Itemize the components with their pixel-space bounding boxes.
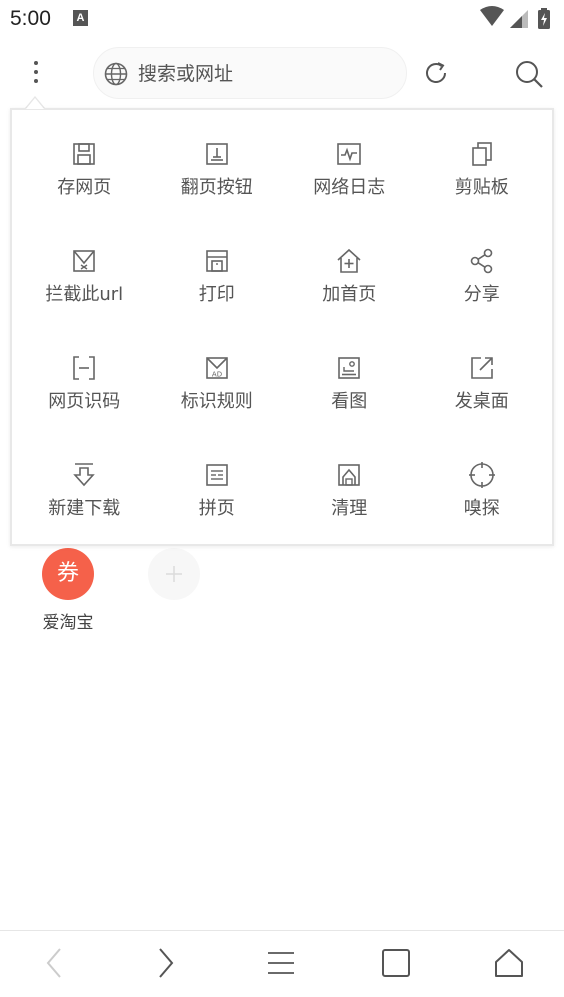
menu-item-add-home[interactable]: 加首页	[283, 217, 416, 324]
menu-icon[interactable]	[263, 945, 299, 981]
signal-icon	[510, 10, 528, 28]
more-vertical-icon[interactable]	[18, 56, 54, 92]
menu-item-label: 打印	[198, 284, 235, 305]
menu-item-label: 网络日志	[313, 177, 386, 198]
menu-item-label: 标识规则	[180, 391, 253, 412]
tabs-icon[interactable]	[378, 945, 414, 981]
menu-item-label: 存网页	[57, 177, 112, 198]
refresh-icon[interactable]	[421, 58, 451, 88]
plus-icon	[166, 566, 182, 582]
menu-item-sniff[interactable]: 嗅探	[416, 431, 549, 538]
scan-code-icon	[73, 356, 96, 380]
menu-item-label: 拼页	[198, 498, 235, 519]
block-url-icon	[73, 250, 96, 272]
search-icon[interactable]	[513, 58, 545, 90]
status-bar: 5:00 A	[0, 0, 564, 38]
sniff-icon	[468, 462, 495, 488]
menu-item-send-desktop[interactable]: 发桌面	[416, 324, 549, 431]
menu-item-print[interactable]: 打印	[151, 217, 284, 324]
add-home-icon	[337, 248, 361, 273]
clean-icon	[338, 464, 361, 486]
back-icon[interactable]	[36, 945, 72, 981]
menu-item-label: 看图	[331, 391, 368, 412]
save-icon	[73, 143, 96, 165]
bottom-nav	[0, 930, 564, 997]
send-desktop-icon	[470, 357, 493, 379]
menu-item-label: 拦截此url	[45, 284, 124, 305]
menu-item-label: 网页识码	[48, 391, 121, 412]
image-icon	[338, 357, 361, 379]
forward-icon[interactable]	[148, 945, 184, 981]
menu-item-merge-page[interactable]: 拼页	[151, 431, 284, 538]
search-input[interactable]: 搜索或网址	[138, 61, 233, 87]
globe-icon	[104, 62, 128, 86]
print-icon	[205, 250, 228, 272]
shortcut-label: 爱淘宝	[42, 613, 94, 633]
menu-item-label: 加首页	[322, 284, 377, 305]
popup-arrow-fill	[26, 98, 44, 109]
notification-a-icon: A	[73, 10, 88, 26]
network-log-icon	[337, 143, 362, 165]
page-button-icon	[205, 143, 228, 165]
menu-item-ad-rule[interactable]: AD 标识规则	[151, 324, 284, 431]
menu-item-save-page[interactable]: 存网页	[18, 110, 151, 217]
share-icon	[470, 248, 493, 274]
menu-item-network-log[interactable]: 网络日志	[283, 110, 416, 217]
menu-item-scan-code[interactable]: 网页识码	[18, 324, 151, 431]
menu-item-new-download[interactable]: 新建下载	[18, 431, 151, 538]
menu-item-label: 翻页按钮	[180, 177, 253, 198]
download-icon	[73, 463, 96, 487]
menu-item-label: 剪贴板	[454, 177, 509, 198]
merge-page-icon	[205, 464, 228, 486]
menu-item-label: 发桌面	[454, 391, 509, 412]
svg-text:AD: AD	[212, 371, 222, 379]
shortcut-icon: 券	[42, 548, 94, 600]
menu-item-label: 新建下载	[48, 498, 121, 519]
search-box[interactable]: 搜索或网址	[93, 47, 407, 99]
overflow-menu: 存网页 翻页按钮 网络日志 剪贴板 拦截此url 打印 加首页 分享 网页识码 …	[10, 108, 554, 546]
clipboard-icon	[471, 142, 492, 166]
wifi-icon	[480, 6, 504, 26]
menu-item-label: 清理	[331, 498, 368, 519]
home-icon[interactable]	[491, 945, 527, 981]
menu-item-view-image[interactable]: 看图	[283, 324, 416, 431]
add-shortcut-button[interactable]	[148, 548, 200, 600]
menu-item-block-url[interactable]: 拦截此url	[18, 217, 151, 324]
status-icons	[480, 6, 550, 29]
shortcut-ai-taobao[interactable]: 券 爱淘宝	[36, 548, 100, 633]
menu-item-clipboard[interactable]: 剪贴板	[416, 110, 549, 217]
status-time: 5:00	[10, 7, 51, 30]
menu-item-label: 分享	[463, 284, 500, 305]
menu-item-clean[interactable]: 清理	[283, 431, 416, 538]
menu-item-page-button[interactable]: 翻页按钮	[151, 110, 284, 217]
menu-item-label: 嗅探	[463, 498, 500, 519]
battery-charging-icon	[538, 8, 550, 29]
ad-rule-icon: AD	[205, 357, 228, 379]
menu-item-share[interactable]: 分享	[416, 217, 549, 324]
